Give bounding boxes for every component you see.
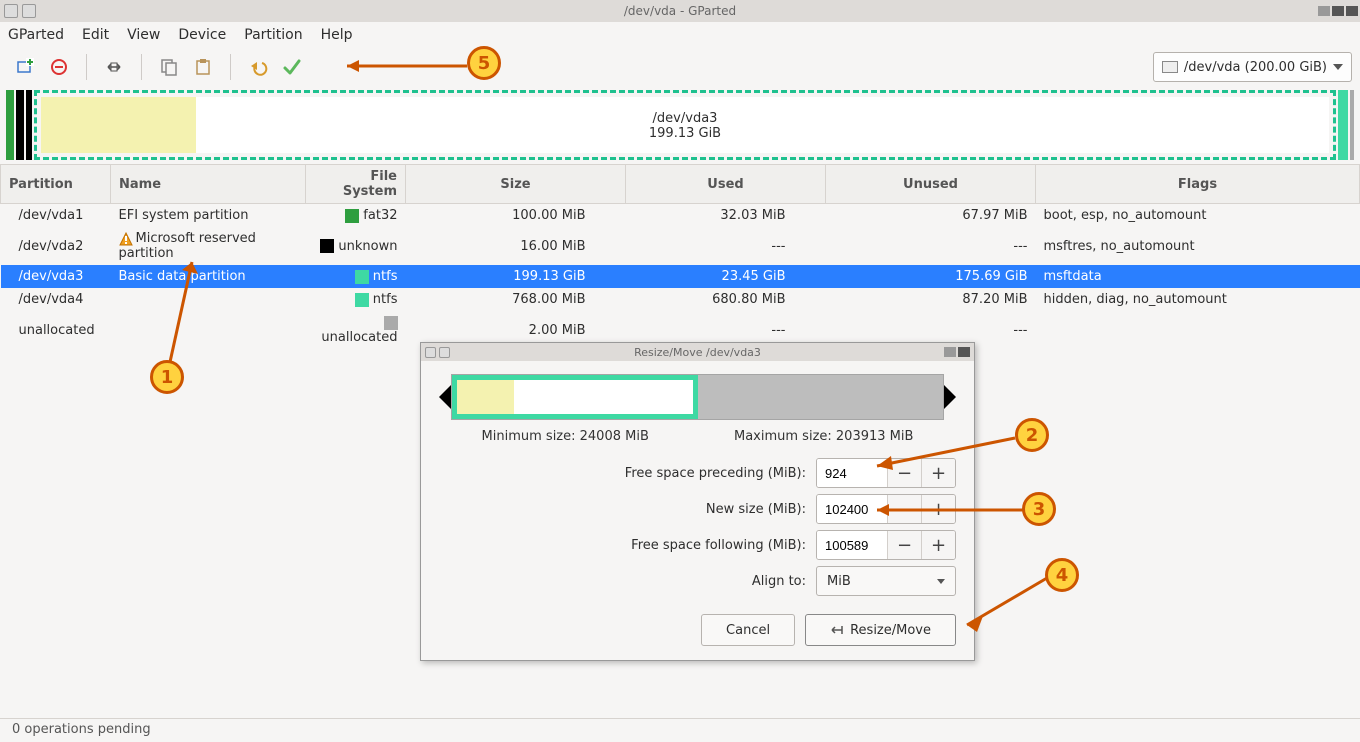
col-fs[interactable]: File System bbox=[306, 165, 406, 204]
label-preceding: Free space preceding (MiB): bbox=[586, 466, 806, 481]
disk-map[interactable]: /dev/vda3199.13 GiB bbox=[0, 86, 1360, 164]
annotation-1: 1 bbox=[150, 360, 184, 394]
menu-edit[interactable]: Edit bbox=[82, 27, 109, 43]
label-following: Free space following (MiB): bbox=[586, 538, 806, 553]
status-bar: 0 operations pending bbox=[0, 718, 1360, 742]
spin-following-minus[interactable]: − bbox=[887, 531, 921, 559]
label-newsize: New size (MiB): bbox=[586, 502, 806, 517]
new-partition-button[interactable] bbox=[11, 53, 39, 81]
annotation-2: 2 bbox=[1015, 418, 1049, 452]
diskmap-vda1[interactable] bbox=[6, 90, 14, 160]
col-partition[interactable]: Partition bbox=[1, 165, 111, 204]
resize-handle-left[interactable] bbox=[439, 385, 451, 409]
diskmap-vda4[interactable] bbox=[1338, 90, 1348, 160]
diskmap-label: /dev/vda3199.13 GiB bbox=[37, 111, 1333, 141]
resize-move-button[interactable] bbox=[100, 53, 128, 81]
apply-button[interactable] bbox=[278, 53, 306, 81]
menu-view[interactable]: View bbox=[127, 27, 160, 43]
device-selector[interactable]: /dev/vda (200.00 GiB) bbox=[1153, 52, 1352, 82]
resize-move-confirm-button[interactable]: Resize/Move bbox=[805, 614, 956, 646]
dialog-title: Resize/Move /dev/vda3 bbox=[421, 346, 974, 359]
resize-block[interactable] bbox=[452, 375, 698, 419]
col-size[interactable]: Size bbox=[406, 165, 626, 204]
menu-partition[interactable]: Partition bbox=[244, 27, 302, 43]
diskmap-unalloc[interactable] bbox=[1350, 90, 1354, 160]
device-label: /dev/vda (200.00 GiB) bbox=[1184, 60, 1327, 75]
diskmap-gap bbox=[26, 90, 32, 160]
status-text: 0 operations pending bbox=[12, 722, 151, 737]
spin-following-plus[interactable]: + bbox=[921, 531, 955, 559]
titlebar: /dev/vda - GParted bbox=[0, 0, 1360, 22]
arrow-3 bbox=[865, 500, 1035, 520]
dialog-diskmap[interactable] bbox=[439, 373, 956, 421]
resize-handle-right[interactable] bbox=[944, 385, 956, 409]
menu-help[interactable]: Help bbox=[321, 27, 353, 43]
cancel-button[interactable]: Cancel bbox=[701, 614, 795, 646]
toolbar: /dev/vda (200.00 GiB) bbox=[0, 48, 1360, 86]
col-used[interactable]: Used bbox=[626, 165, 826, 204]
undo-button[interactable] bbox=[244, 53, 272, 81]
dialog-min: Minimum size: 24008 MiB bbox=[482, 429, 649, 444]
input-following[interactable] bbox=[817, 531, 887, 559]
arrow-1 bbox=[150, 250, 210, 370]
copy-button[interactable] bbox=[155, 53, 183, 81]
col-unused[interactable]: Unused bbox=[826, 165, 1036, 204]
col-flags[interactable]: Flags bbox=[1036, 165, 1360, 204]
annotation-4: 4 bbox=[1045, 558, 1079, 592]
chevron-down-icon bbox=[1333, 64, 1343, 70]
table-row[interactable]: /dev/vda1EFI system partition fat32100.0… bbox=[1, 204, 1360, 228]
chevron-down-icon bbox=[937, 579, 945, 584]
diskmap-vda2[interactable] bbox=[16, 90, 24, 160]
window-controls[interactable] bbox=[1316, 6, 1358, 16]
arrow-4 bbox=[955, 570, 1055, 640]
annotation-3: 3 bbox=[1022, 492, 1056, 526]
spin-following: − + bbox=[816, 530, 956, 560]
menubar: GParted Edit View Device Partition Help bbox=[0, 22, 1360, 48]
window-title: /dev/vda - GParted bbox=[0, 4, 1360, 18]
label-align: Align to: bbox=[586, 574, 806, 589]
menu-device[interactable]: Device bbox=[178, 27, 226, 43]
arrow-2 bbox=[865, 430, 1025, 470]
menu-gparted[interactable]: GParted bbox=[8, 27, 64, 43]
delete-partition-button[interactable] bbox=[45, 53, 73, 81]
col-name[interactable]: Name bbox=[111, 165, 306, 204]
disk-icon bbox=[1162, 61, 1178, 73]
paste-button[interactable] bbox=[189, 53, 217, 81]
arrow-5 bbox=[335, 56, 475, 76]
diskmap-vda3-selected[interactable]: /dev/vda3199.13 GiB bbox=[34, 90, 1336, 160]
combo-align[interactable]: MiB bbox=[816, 566, 956, 596]
annotation-5: 5 bbox=[467, 46, 501, 80]
